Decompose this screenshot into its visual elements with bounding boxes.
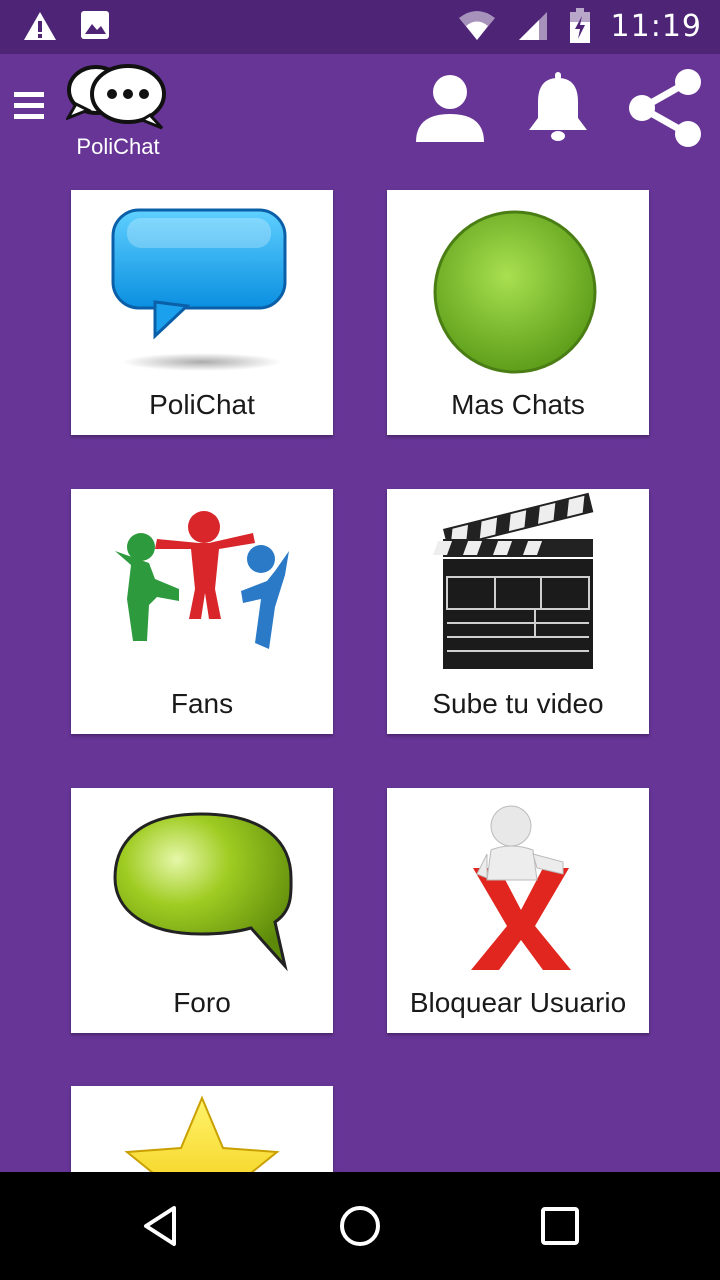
wifi-icon <box>458 11 495 40</box>
profile-icon[interactable] <box>414 72 486 144</box>
app-name: PoliChat <box>76 134 160 159</box>
tile-label: Foro <box>173 987 231 1018</box>
block-user-icon <box>471 805 571 970</box>
battery-charging-icon <box>569 8 590 43</box>
warning-icon <box>24 12 56 40</box>
tile-bloquear-usuario[interactable]: Bloquear Usuario <box>387 788 649 1033</box>
tile-label: Fans <box>170 688 234 719</box>
status-bar: 11:19 <box>0 0 720 54</box>
tile-mas-chats[interactable]: Mas Chats <box>387 190 649 435</box>
tile-label: PoliChat <box>149 389 255 420</box>
tile-sube-tu-video[interactable]: Sube tu video <box>387 489 649 734</box>
back-button[interactable] <box>140 1204 180 1248</box>
clapperboard-icon <box>432 492 594 669</box>
people-group-icon <box>115 511 289 649</box>
tile-label: Bloquear Usuario <box>409 987 627 1018</box>
tile-polichat[interactable]: PoliChat <box>71 190 333 435</box>
tile-fans[interactable]: Fans <box>71 489 333 734</box>
recents-button[interactable] <box>540 1206 580 1246</box>
menu-icon <box>14 92 44 97</box>
app-logo: PoliChat <box>64 60 170 160</box>
app-bar: PoliChat <box>0 54 720 162</box>
navigation-bar <box>0 1172 720 1280</box>
image-icon <box>81 11 109 39</box>
home-button[interactable] <box>338 1204 382 1248</box>
green-speech-bubble-icon <box>113 812 293 972</box>
chat-bubbles-logo-icon <box>64 64 166 130</box>
signal-icon <box>518 12 547 40</box>
tile-label: Mas Chats <box>451 389 585 420</box>
tile-foro[interactable]: Foro <box>71 788 333 1033</box>
blue-speech-bubble-icon <box>111 208 287 371</box>
notifications-icon[interactable] <box>526 72 590 144</box>
green-circle-icon <box>433 210 597 374</box>
menu-button[interactable] <box>14 86 50 130</box>
share-icon[interactable] <box>626 68 706 148</box>
status-time: 11:19 <box>610 8 702 44</box>
tile-label: Sube tu video <box>432 688 604 719</box>
